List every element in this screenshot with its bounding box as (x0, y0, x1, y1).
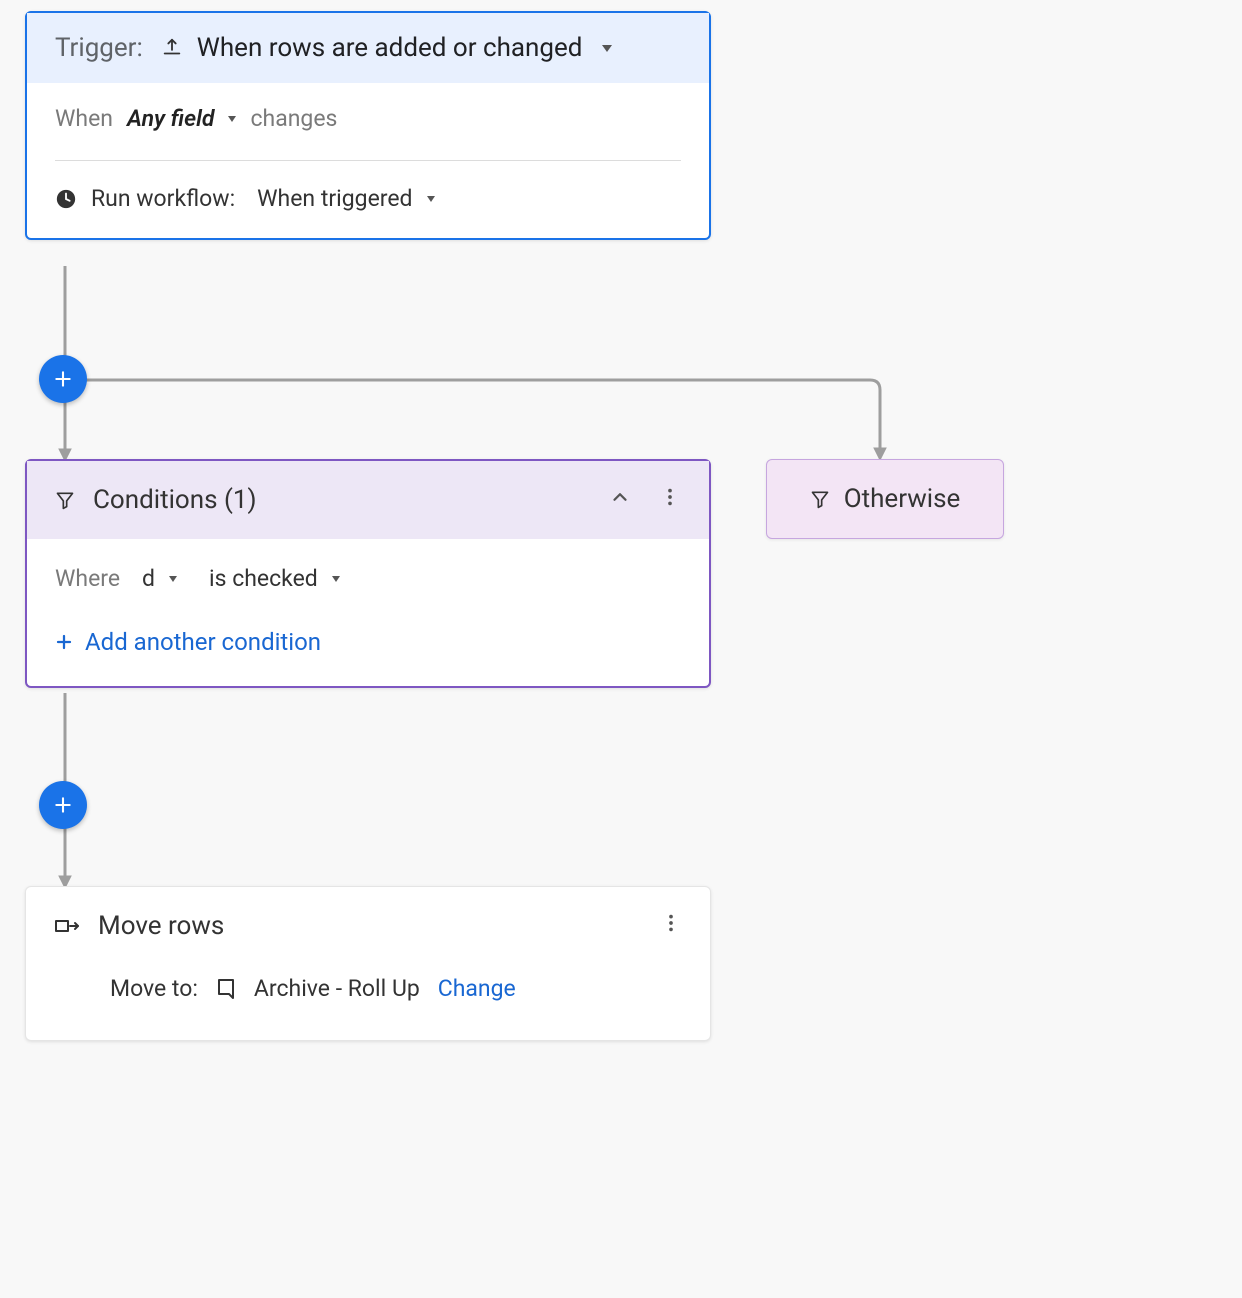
filter-icon (55, 490, 75, 510)
plus-icon (53, 795, 73, 815)
add-step-button-1[interactable] (39, 355, 87, 403)
chevron-down-icon (602, 45, 612, 52)
otherwise-card[interactable]: Otherwise (766, 459, 1004, 539)
conditions-header: Conditions (1) (27, 461, 709, 539)
chevron-down-icon (228, 116, 236, 122)
chevron-down-icon (332, 576, 340, 582)
where-label: Where (55, 565, 120, 592)
when-label: When (55, 105, 113, 132)
conditions-card[interactable]: Conditions (1) Where d (25, 459, 711, 688)
trigger-label: Trigger: (55, 33, 143, 63)
run-workflow-selector[interactable]: When triggered (257, 185, 434, 212)
more-vertical-icon (660, 912, 682, 934)
chevron-up-icon (609, 486, 631, 508)
move-rows-icon (54, 915, 80, 937)
where-operator-value: is checked (209, 565, 318, 592)
run-workflow-label: Run workflow: (91, 185, 235, 212)
move-rows-header: Move rows (26, 887, 710, 965)
trigger-type-label: When rows are added or changed (197, 33, 583, 63)
divider (55, 160, 681, 161)
rows-changed-icon (161, 37, 183, 59)
more-vertical-icon (659, 486, 681, 508)
otherwise-label: Otherwise (844, 484, 961, 514)
add-step-button-2[interactable] (39, 781, 87, 829)
where-field-value: d (142, 565, 155, 592)
run-workflow-value: When triggered (257, 185, 412, 212)
trigger-type-selector[interactable]: When rows are added or changed (161, 33, 613, 63)
when-verb: changes (250, 105, 337, 132)
when-field-selector[interactable]: Any field (127, 105, 237, 132)
trigger-card[interactable]: Trigger: When rows are added or changed … (25, 11, 711, 240)
move-to-destination: Archive - Roll Up (254, 975, 420, 1002)
more-options-button[interactable] (660, 911, 682, 941)
plus-icon (53, 369, 73, 389)
clock-icon (55, 188, 77, 210)
where-field-selector[interactable]: d (142, 565, 177, 592)
move-rows-card[interactable]: Move rows Move to: Archive - Roll Up Cha… (25, 886, 711, 1041)
more-options-button[interactable] (659, 485, 681, 515)
filter-icon (810, 489, 830, 509)
where-operator-selector[interactable]: is checked (209, 565, 340, 592)
change-destination-link[interactable]: Change (438, 975, 516, 1002)
when-field-label: Any field (127, 105, 215, 132)
move-to-label: Move to: (110, 975, 198, 1002)
add-condition-button[interactable]: Add another condition (55, 628, 681, 656)
chevron-down-icon (427, 196, 435, 202)
add-condition-label: Add another condition (85, 628, 321, 656)
conditions-title: Conditions (1) (93, 485, 257, 515)
trigger-header: Trigger: When rows are added or changed (27, 13, 709, 83)
move-rows-title: Move rows (98, 911, 224, 941)
collapse-button[interactable] (609, 485, 631, 515)
sheet-icon (216, 978, 236, 1000)
chevron-down-icon (169, 576, 177, 582)
plus-icon (55, 633, 73, 651)
